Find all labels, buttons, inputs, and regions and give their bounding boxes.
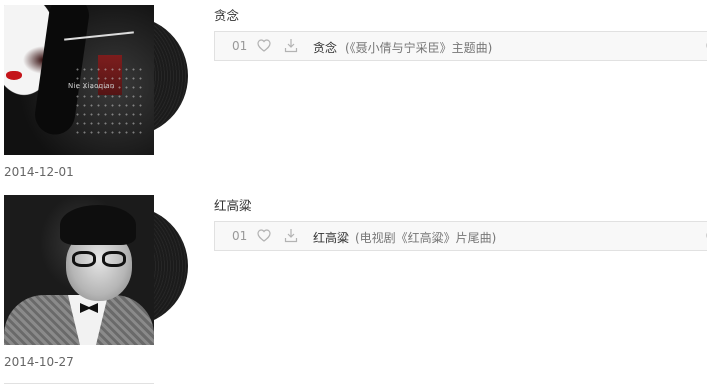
track-name[interactable]: 红高粱 — [313, 229, 349, 246]
track-row[interactable]: 01 贪念 (《聂小倩与宁采臣》主题曲) — [214, 31, 707, 61]
album-title[interactable]: 红高粱 — [214, 195, 252, 214]
download-icon[interactable] — [284, 38, 298, 53]
release-date: 2014-10-27 — [4, 355, 74, 369]
divider — [4, 383, 154, 384]
clock-icon[interactable] — [703, 39, 707, 52]
track-number: 01 — [232, 229, 248, 243]
album-cover[interactable]: Nie Xiaoqian — [4, 5, 154, 155]
cover-text: Nie Xiaoqian — [68, 82, 115, 90]
release-date: 2014-12-01 — [4, 165, 74, 179]
album-cover[interactable] — [4, 195, 154, 345]
track-subtitle: (电视剧《红高粱》片尾曲) — [355, 231, 497, 245]
track-row[interactable]: 01 红高粱 (电视剧《红高粱》片尾曲) — [214, 221, 707, 251]
download-icon[interactable] — [284, 228, 298, 243]
clock-icon[interactable] — [703, 229, 707, 242]
heart-icon[interactable] — [257, 229, 271, 242]
track-subtitle: (《聂小倩与宁采臣》主题曲) — [345, 41, 493, 55]
heart-icon[interactable] — [257, 39, 271, 52]
album-title[interactable]: 贪念 — [214, 5, 239, 24]
album-cover-wrap[interactable]: Nie Xiaoqian — [4, 5, 189, 155]
track-number: 01 — [232, 39, 248, 53]
album-cover-wrap[interactable] — [4, 195, 189, 345]
track-name[interactable]: 贪念 — [313, 39, 337, 56]
